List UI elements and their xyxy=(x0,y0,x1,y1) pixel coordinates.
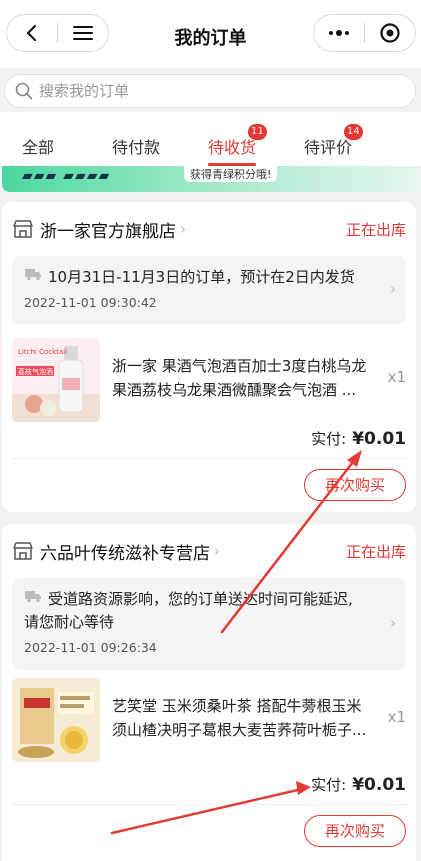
chevron-right-icon: › xyxy=(390,280,396,298)
tab-label: 全部 xyxy=(22,138,55,157)
product-title-line: 浙一家 果酒气泡酒百加士3度白桃乌龙 xyxy=(112,357,367,375)
lychee-wine-image: Litchi Cocktail 荔枝气泡酒 xyxy=(12,338,100,422)
notice-time: 2022-11-01 09:30:42 xyxy=(24,295,157,310)
nav-right-capsule xyxy=(313,14,416,52)
count-badge: 14 xyxy=(344,124,363,140)
product-quantity: x1 xyxy=(387,708,406,726)
more-button[interactable] xyxy=(314,15,364,51)
divider xyxy=(12,804,406,805)
banner-artwork: ▰▰▰ ▰▰▰▰ xyxy=(22,168,111,184)
product-row[interactable]: Litchi Cocktail 荔枝气泡酒 浙一家 果酒气泡酒百加士3度白桃乌龙… xyxy=(12,338,406,424)
search-input[interactable] xyxy=(39,82,399,100)
search-bar[interactable] xyxy=(4,74,416,108)
product-title-line: 艺笑堂 玉米须桑叶茶 搭配牛蒡根玉米 xyxy=(112,697,362,715)
notice-text-continued: 请您耐心等待 xyxy=(24,613,115,631)
store-icon xyxy=(13,220,33,238)
store-icon xyxy=(13,542,33,560)
order-status: 正在出库 xyxy=(345,542,406,561)
paid-amount-row: 实付: ¥0.01 xyxy=(311,774,406,795)
shop-name: 六品叶传统滋补专营店 xyxy=(40,543,210,564)
close-miniapp-button[interactable] xyxy=(365,15,415,51)
product-title-line: 果酒荔枝乌龙果酒微醺聚会气泡酒 ... xyxy=(112,381,357,399)
paid-amount: ¥0.01 xyxy=(352,429,406,449)
product-title: 浙一家 果酒气泡酒百加士3度白桃乌龙 果酒荔枝乌龙果酒微醺聚会气泡酒 ... xyxy=(112,354,384,402)
divider xyxy=(12,458,406,459)
truck-icon xyxy=(25,269,41,281)
more-dots-icon xyxy=(329,30,349,36)
shop-header[interactable]: 浙一家官方旗舰店 › 正在出库 xyxy=(12,216,406,242)
promo-banner[interactable]: ▰▰▰ ▰▰▰▰ 获得青绿积分哦! xyxy=(2,166,419,192)
chevron-right-icon: › xyxy=(180,220,186,238)
notice-text: 10月31日-11月3日的订单，预计在2日内发货 xyxy=(48,268,355,286)
paid-label: 实付: xyxy=(311,776,347,794)
target-circle-icon xyxy=(380,23,400,43)
order-tabs: 全部 待付款 待收货 11 待评价 14 xyxy=(0,112,421,166)
tab-pending-payment[interactable]: 待付款 xyxy=(112,134,160,158)
tab-pending-receipt[interactable]: 待收货 11 xyxy=(208,124,267,166)
thumb-caption: 荔枝气泡酒 xyxy=(18,367,53,376)
product-title: 艺笑堂 玉米须桑叶茶 搭配牛蒡根玉米 须山楂决明子葛根大麦苦荞荷叶栀子... xyxy=(112,694,384,742)
chevron-right-icon: › xyxy=(214,542,220,560)
herbal-tea-image xyxy=(12,678,100,762)
buy-again-button[interactable]: 再次购买 xyxy=(304,469,406,501)
thumb-brand: Litchi Cocktail xyxy=(18,348,67,356)
product-image: Litchi Cocktail 荔枝气泡酒 xyxy=(12,338,100,422)
buy-again-button[interactable]: 再次购买 xyxy=(304,815,406,847)
order-status: 正在出库 xyxy=(345,220,406,239)
shipping-notice[interactable]: 受道路资源影响，您的订单送达时间可能延迟, 请您耐心等待 2022-11-01 … xyxy=(12,578,406,670)
product-quantity: x1 xyxy=(387,368,406,386)
product-image xyxy=(12,678,100,762)
truck-icon xyxy=(25,591,41,603)
paid-amount: ¥0.01 xyxy=(352,775,406,795)
tab-pending-review[interactable]: 待评价 14 xyxy=(304,124,363,158)
order-card: 六品叶传统滋补专营店 › 正在出库 受道路资源影响，您的订单送达时间可能延迟, … xyxy=(2,524,416,861)
paid-amount-row: 实付: ¥0.01 xyxy=(311,428,406,449)
shop-header[interactable]: 六品叶传统滋补专营店 › 正在出库 xyxy=(12,538,406,564)
notice-time: 2022-11-01 09:26:34 xyxy=(24,640,157,655)
shop-name: 浙一家官方旗舰店 xyxy=(40,221,176,242)
product-row[interactable]: 艺笑堂 玉米须桑叶茶 搭配牛蒡根玉米 须山楂决明子葛根大麦苦荞荷叶栀子... x… xyxy=(12,678,406,764)
navigation-bar: 我的订单 xyxy=(0,0,421,68)
product-title-line: 须山楂决明子葛根大麦苦荞荷叶栀子... xyxy=(112,721,367,739)
tab-all[interactable]: 全部 xyxy=(22,134,54,158)
tab-label: 待付款 xyxy=(112,138,161,157)
paid-label: 实付: xyxy=(311,430,347,448)
chevron-right-icon: › xyxy=(390,614,396,632)
shipping-notice[interactable]: 10月31日-11月3日的订单，预计在2日内发货 2022-11-01 09:3… xyxy=(12,256,406,324)
count-badge: 11 xyxy=(248,124,267,140)
order-card: 浙一家官方旗舰店 › 正在出库 10月31日-11月3日的订单，预计在2日内发货… xyxy=(2,202,416,512)
banner-text: 获得青绿积分哦! xyxy=(184,166,278,182)
tab-label: 待评价 xyxy=(304,138,353,157)
notice-text: 受道路资源影响，您的订单送达时间可能延迟, xyxy=(48,590,353,608)
search-icon xyxy=(15,82,33,100)
tab-label: 待收货 xyxy=(208,138,257,157)
